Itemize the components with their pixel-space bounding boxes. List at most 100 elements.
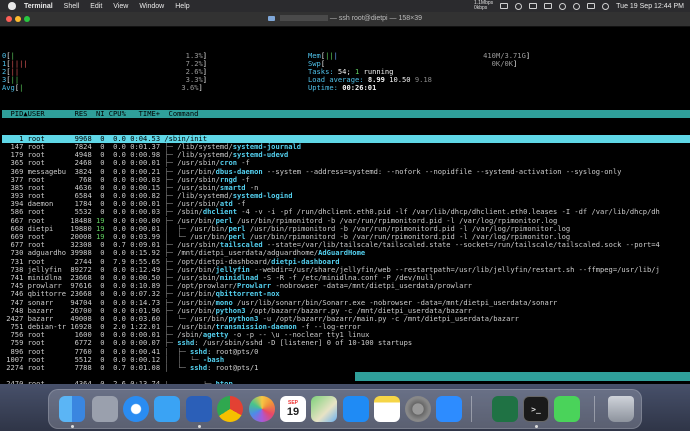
process-row[interactable]: 385 root 4636 0 0.0 0:00.15 ├─ /usr/sbin… [2, 184, 690, 192]
process-command-path: /lib/systemd/ [177, 151, 233, 160]
window-titlebar[interactable]: — ssh root@dietpi — 158×39 [0, 12, 690, 27]
messages-icon[interactable] [554, 396, 580, 422]
clock-icon[interactable] [515, 2, 523, 10]
keyboard-icon[interactable] [529, 3, 538, 9]
siri-icon[interactable] [602, 2, 610, 10]
process-command-args: -S -R -f /etc/minidlna.conf -P /dev/null [258, 273, 434, 282]
htop-screen[interactable]: 0[| 1.3%] Mem[||| 410M/3.71G] 1[|||| 7.2%]… [0, 27, 690, 384]
wifi-icon[interactable] [559, 2, 567, 10]
process-time: 0:15.92 [130, 249, 161, 258]
terminal-icon[interactable]: >_ [523, 396, 549, 422]
process-row[interactable]: 745 prowlarr 97616 0 0.0 0:10.89 ├─ /opt… [2, 282, 690, 290]
process-user: root [27, 347, 67, 356]
process-row[interactable]: 394 daemon 1784 0 0.0 0:00.01 ├─ /usr/sb… [2, 200, 690, 208]
process-cpu: 0.0 [108, 134, 126, 143]
process-command-name: perl [228, 233, 246, 241]
process-row[interactable]: 369 messagebu 3824 0 0.0 0:00.21 ├─ /usr… [2, 168, 690, 176]
process-command-name: sshd [190, 347, 208, 356]
battery-icon[interactable] [544, 3, 553, 9]
menu-shell[interactable]: Shell [64, 3, 80, 10]
process-row[interactable]: 748 bazarr 26700 0 0.0 0:01.96 ├─ /usr/b… [2, 307, 690, 315]
process-row[interactable]: 365 root 2468 0 0.0 0:00.01 ├─ /usr/sbin… [2, 159, 690, 167]
process-tree: ├─ [164, 183, 178, 192]
process-row[interactable]: 147 root 7824 0 0.0 0:01.37 ├─ /lib/syst… [2, 143, 690, 151]
process-nice: 0 [96, 192, 105, 201]
process-row[interactable]: 896 root 7760 0 0.0 0:00.41 │ ├─ sshd: r… [2, 348, 690, 356]
process-row[interactable]: 746 qbittorre 23668 0 0.0 0:07.32 ├─ /us… [2, 290, 690, 298]
process-time: 0:01.96 [130, 306, 161, 315]
network-speed[interactable]: 1.1Mbps 0kbps [474, 1, 493, 11]
mail-icon[interactable] [154, 396, 180, 422]
process-time: 0:00.01 [130, 224, 161, 233]
process-user: root [27, 192, 67, 201]
process-row[interactable]: 377 root 768 0 0.0 0:00.03 ├─ /usr/sbin/… [2, 176, 690, 184]
excel-icon[interactable] [492, 396, 518, 422]
process-time: 0:04.53 [130, 134, 161, 143]
process-command-args: -n [245, 183, 259, 192]
process-res: 32308 [70, 241, 92, 250]
process-row[interactable]: 586 root 5532 0 0.0 0:00.03 ├─ /sbin/dhc… [2, 208, 690, 216]
process-tree: ├─ [164, 208, 178, 217]
menu-view[interactable]: View [113, 3, 128, 10]
process-time: 0:00.21 [130, 167, 161, 176]
process-user: root [27, 331, 67, 340]
process-row[interactable]: 738 jellyfin 89272 0 0.0 0:12.49 ├─ /usr… [2, 266, 690, 274]
process-row[interactable]: 1007 root 5512 0 0.0 0:00.12 │ │ └─ -bas… [2, 356, 690, 364]
process-row[interactable]: 730 adguardho 39988 0 0.0 0:15.92 ├─ /mn… [2, 249, 690, 257]
process-row[interactable]: 747 sonarr 94704 0 0.0 0:14.73 ├─ /usr/b… [2, 299, 690, 307]
process-row[interactable]: 751 debian-tr 16928 0 2.0 1:22.01 ├─ /us… [2, 323, 690, 331]
process-nice: 0 [96, 142, 105, 151]
process-row[interactable]: 741 minidlna 23668 0 0.0 0:00.50 ├─ /usr… [2, 274, 690, 282]
menu-help[interactable]: Help [175, 3, 189, 10]
process-tree: ├─ [164, 216, 178, 225]
process-nice: 0 [96, 134, 105, 143]
menu-window[interactable]: Window [139, 3, 164, 10]
notes-icon[interactable] [374, 396, 400, 422]
finder-icon[interactable] [59, 396, 85, 422]
control-center-icon[interactable] [587, 3, 596, 9]
process-row[interactable]: 731 root 2744 0 7.9 0:55.65 ├─ /opt/diet… [2, 258, 690, 266]
menu-edit[interactable]: Edit [90, 3, 102, 10]
process-row[interactable]: 667 root 18488 19 0.0 0:00.00 ├─ /usr/bi… [2, 217, 690, 225]
process-table-header[interactable]: PID▲USER RES NI CPU% TIME+ Command [2, 109, 690, 119]
process-pid: 759 [2, 339, 24, 348]
process-row[interactable]: 1 root 9968 0 0.0 0:04.53 /sbin/init [2, 134, 690, 143]
zoom-icon[interactable] [436, 396, 462, 422]
process-command-path: /usr/bin/ [190, 233, 229, 241]
process-list[interactable]: 1 root 9968 0 0.0 0:04.53 /sbin/init 147… [2, 134, 690, 384]
process-row[interactable]: 759 root 6772 0 0.0 0:00.07 ├─ sshd: /us… [2, 339, 690, 347]
process-row[interactable]: 677 root 32308 0 0.7 0:09.01 ├─ /usr/sbi… [2, 241, 690, 249]
maps-icon[interactable] [311, 396, 337, 422]
process-row[interactable]: 2274 root 7788 0 0.7 0:01.08 │ └─ sshd: … [2, 364, 690, 372]
process-row[interactable]: 756 root 1600 0 0.0 0:00.01 ├─ /sbin/age… [2, 331, 690, 339]
trash-icon[interactable] [608, 396, 634, 422]
process-res: 49008 [70, 314, 92, 323]
process-row[interactable]: 2427 bazarr 49008 0 0.0 0:03.60 │ └─ /us… [2, 315, 690, 323]
menu-app-name[interactable]: Terminal [24, 3, 53, 10]
process-res: 94704 [70, 298, 92, 307]
avg-percent: 3.6% [181, 84, 199, 93]
safari-icon[interactable] [123, 396, 149, 422]
launchpad-icon[interactable] [92, 396, 118, 422]
app-store-icon[interactable] [343, 396, 369, 422]
word-icon[interactable] [186, 396, 212, 422]
photos-icon[interactable] [249, 396, 275, 422]
process-tree: ├─ [164, 273, 178, 282]
dropbox-icon[interactable] [500, 3, 509, 9]
process-res: 4948 [70, 151, 92, 160]
search-icon[interactable] [573, 2, 581, 10]
chrome-icon[interactable] [217, 396, 243, 422]
process-row[interactable]: 669 root 20008 19 0.0 0:03.99 │ └─ /usr/… [2, 233, 690, 241]
process-cpu: 0.0 [108, 224, 126, 233]
process-cpu: 0.0 [108, 273, 126, 282]
apple-logo-icon[interactable] [8, 2, 16, 10]
process-row[interactable]: 393 root 6584 0 0.0 0:00.82 ├─ /lib/syst… [2, 192, 690, 200]
process-row[interactable]: 179 root 4948 0 0.0 0:00.98 ├─ /lib/syst… [2, 151, 690, 159]
process-command-name: python3 [215, 306, 246, 315]
process-row[interactable]: 668 dietpi 19880 19 0.0 0:00.01 │ ├─ /us… [2, 225, 690, 233]
system-settings-icon[interactable] [405, 396, 431, 422]
menu-clock[interactable]: Tue 19 Sep 12:44 PM [616, 3, 684, 10]
calendar-icon[interactable]: SEP 19 [280, 396, 306, 422]
process-tree: ├─ [164, 265, 178, 274]
tasks-value: 54; [337, 67, 351, 76]
